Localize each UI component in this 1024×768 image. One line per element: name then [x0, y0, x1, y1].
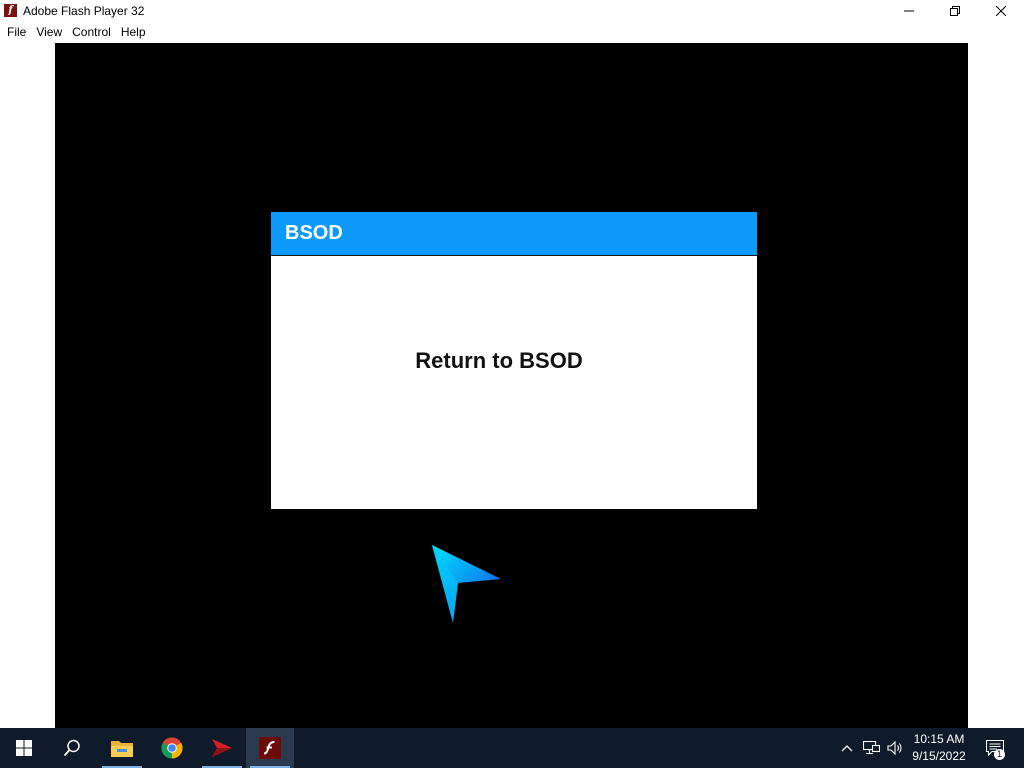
volume-icon	[887, 741, 902, 755]
flash-player-icon: f	[4, 4, 17, 17]
flash-player-window: f Adobe Flash Player 32 File View Contro…	[0, 0, 1024, 728]
file-explorer-button[interactable]	[98, 728, 146, 768]
menu-bar: File View Control Help	[0, 22, 1024, 42]
volume-button[interactable]	[884, 728, 906, 768]
search-icon	[63, 739, 80, 757]
red-arrow-app-icon	[212, 739, 232, 757]
chevron-up-icon	[841, 745, 853, 752]
notification-count-badge: 1	[994, 749, 1005, 760]
chrome-button[interactable]	[148, 728, 196, 768]
start-button[interactable]	[0, 728, 48, 768]
minimize-icon	[904, 10, 914, 12]
menu-control[interactable]: Control	[67, 22, 116, 42]
dialog-title: BSOD	[285, 222, 343, 244]
bsod-dialog: BSOD Return to BSOD	[271, 212, 757, 509]
clock-time: 10:15 AM	[913, 732, 965, 746]
red-arrow-app-button[interactable]	[198, 728, 246, 768]
window-title: Adobe Flash Player 32	[23, 4, 145, 18]
menu-file[interactable]: File	[0, 22, 31, 42]
flash-player-taskbar-button[interactable]	[246, 728, 294, 768]
minimize-button[interactable]	[886, 0, 932, 22]
title-bar[interactable]: f Adobe Flash Player 32	[0, 0, 1024, 22]
chrome-icon	[161, 737, 183, 759]
dialog-header: BSOD	[271, 212, 757, 256]
restore-icon	[950, 6, 960, 16]
menu-help[interactable]: Help	[116, 22, 151, 42]
restore-button[interactable]	[932, 0, 978, 22]
menu-view[interactable]: View	[31, 22, 67, 42]
blue-arrow-cursor	[432, 545, 501, 623]
flash-stage[interactable]: BSOD Return to BSOD	[55, 43, 968, 728]
system-clock[interactable]: 10:15 AM 9/15/2022	[906, 731, 972, 765]
network-button[interactable]	[860, 728, 882, 768]
taskbar: 10:15 AM 9/15/2022 1	[0, 728, 1024, 768]
file-explorer-icon	[111, 741, 133, 757]
start-icon	[16, 740, 32, 756]
network-icon	[862, 740, 880, 754]
action-center-button[interactable]: 1	[980, 728, 1010, 768]
flash-player-icon	[259, 737, 281, 759]
clock-date: 9/15/2022	[912, 749, 966, 763]
show-hidden-icons-button[interactable]	[838, 728, 856, 768]
return-to-bsod-button[interactable]: Return to BSOD	[271, 348, 727, 374]
search-button[interactable]	[48, 728, 96, 768]
close-button[interactable]	[978, 0, 1024, 22]
close-icon	[996, 6, 1006, 16]
